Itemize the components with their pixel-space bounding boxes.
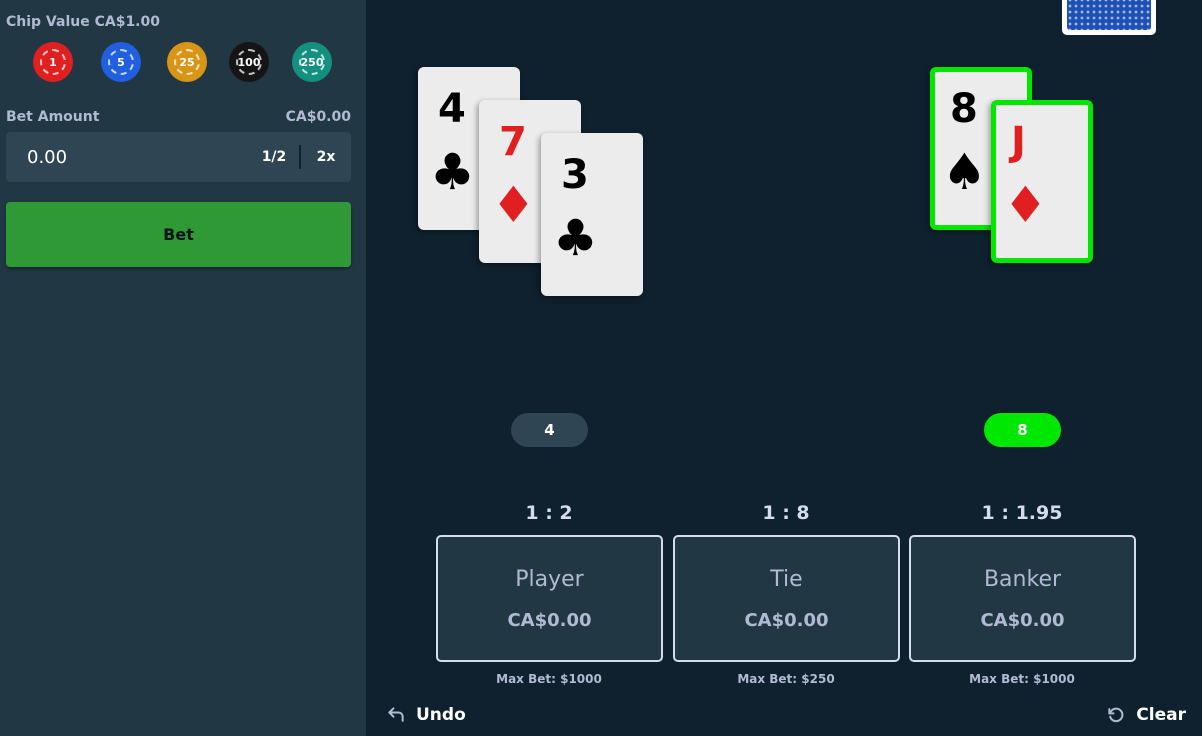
game-table: 4 ♣ 7 ♦ 3 ♣ 8 ♠ J ♦ 4 8 1 : 2 1 : 8 1 : …	[366, 0, 1202, 736]
undo-label: Undo	[416, 705, 466, 725]
clear-button[interactable]: Clear	[1106, 702, 1186, 728]
player-max-bet: Max Bet: $1000	[496, 672, 602, 686]
double-bet-button[interactable]: 2x	[308, 144, 344, 170]
card-rank: 3	[561, 152, 589, 198]
card-rank: 4	[438, 86, 466, 132]
undo-button[interactable]: Undo	[386, 702, 466, 728]
club-icon: ♣	[553, 209, 598, 267]
card-rank: 8	[950, 86, 978, 132]
bet-area-name: Banker	[983, 567, 1062, 592]
sidebar: Chip Value CA$1.00 1 5 25 100 250 Bet Am…	[0, 0, 366, 736]
clear-label: Clear	[1136, 705, 1186, 725]
half-bet-button[interactable]: 1/2	[254, 144, 294, 170]
bet-area-amount: CA$0.00	[980, 610, 1065, 631]
chip-1-label: 1	[40, 49, 66, 75]
player-bet-area[interactable]: Player CA$0.00	[436, 535, 663, 662]
chip-value-label: Chip Value CA$1.00	[6, 14, 160, 30]
tie-bet-area[interactable]: Tie CA$0.00	[673, 535, 900, 662]
banker-payout: 1 : 1.95	[981, 502, 1063, 524]
chip-250-label: 250	[299, 49, 325, 75]
banker-card-2: J ♦	[991, 100, 1093, 263]
diamond-icon: ♦	[1003, 176, 1048, 234]
bet-area-amount: CA$0.00	[744, 610, 829, 631]
undo-icon	[388, 707, 404, 722]
chip-100[interactable]: 100	[229, 42, 269, 82]
bet-amount-value: CA$0.00	[285, 109, 351, 125]
banker-max-bet: Max Bet: $1000	[969, 672, 1075, 686]
chip-25-label: 25	[174, 49, 200, 75]
banker-bet-area[interactable]: Banker CA$0.00	[909, 535, 1136, 662]
player-score: 4	[511, 413, 588, 447]
spade-icon: ♠	[942, 143, 987, 201]
chip-selector: 1 5 25 100 250	[33, 42, 333, 82]
chip-5[interactable]: 5	[101, 42, 141, 82]
chip-1[interactable]: 1	[33, 42, 73, 82]
bet-amount-input[interactable]	[6, 132, 236, 182]
bet-amount-label: Bet Amount	[6, 109, 100, 125]
club-icon: ♣	[430, 143, 475, 201]
tie-payout: 1 : 8	[762, 502, 810, 524]
card-rank: 7	[499, 119, 527, 165]
player-payout: 1 : 2	[525, 502, 573, 524]
chip-5-label: 5	[108, 49, 134, 75]
bet-area-name: Player	[515, 567, 584, 592]
chip-25[interactable]: 25	[167, 42, 207, 82]
card-back-pattern	[1067, 0, 1151, 30]
bet-amount-field: 1/2 2x	[6, 132, 351, 182]
card-rank: J	[1011, 119, 1026, 165]
tie-max-bet: Max Bet: $250	[737, 672, 835, 686]
bet-button[interactable]: Bet	[6, 202, 351, 267]
bet-area-name: Tie	[770, 567, 803, 592]
chip-250[interactable]: 250	[292, 42, 332, 82]
bet-area-amount: CA$0.00	[507, 610, 592, 631]
divider	[299, 145, 301, 169]
chip-100-label: 100	[236, 49, 262, 75]
diamond-icon: ♦	[491, 176, 536, 234]
card-deck	[1062, 0, 1156, 35]
reset-icon	[1108, 707, 1124, 723]
banker-score: 8	[984, 413, 1061, 447]
player-card-3: 3 ♣	[541, 133, 643, 296]
